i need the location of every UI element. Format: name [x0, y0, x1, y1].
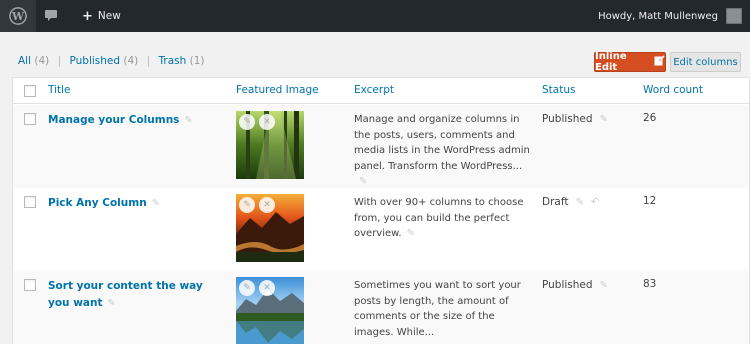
filter-trash-label: Trash	[158, 55, 187, 67]
word-count-cell: 26	[643, 112, 657, 124]
column-header-word-count[interactable]: Word count	[643, 84, 703, 96]
separator: |	[57, 55, 62, 67]
table-row: Manage your Columns ✎ ✎ ✕ Manage and organ…	[13, 105, 749, 188]
status-text: Published	[542, 113, 593, 125]
row-checkbox[interactable]	[24, 113, 36, 125]
post-title-cell: Pick Any Column ✎	[48, 195, 213, 212]
filter-all-count: (4)	[34, 55, 50, 67]
excerpt-cell: With over 90+ columns to choose from, yo…	[354, 195, 534, 242]
filter-published-link[interactable]: Published (4)	[69, 55, 138, 67]
pencil-icon[interactable]: ✎	[184, 112, 192, 129]
word-count-cell: 83	[643, 278, 657, 290]
inline-edit-button[interactable]: Inline Edit	[594, 51, 666, 73]
word-count-cell: 12	[643, 195, 657, 207]
avatar	[726, 8, 742, 24]
select-all-checkbox[interactable]	[24, 85, 36, 97]
excerpt-text: Sometimes you want to sort your posts by…	[354, 280, 521, 338]
remove-image-icon[interactable]: ✕	[259, 280, 275, 296]
edit-image-icon[interactable]: ✎	[239, 197, 255, 213]
edit-image-icon[interactable]: ✎	[239, 280, 255, 296]
remove-image-icon[interactable]: ✕	[259, 114, 275, 130]
pencil-icon[interactable]: ✎	[152, 195, 160, 212]
edit-columns-button[interactable]: Edit columns	[670, 52, 741, 72]
status-cell: Draft ✎ ↶	[542, 196, 600, 208]
status-filter-links: All (4) | Published (4) | Trash (1)	[18, 55, 204, 67]
plus-icon: +	[82, 8, 93, 24]
column-header-featured-image[interactable]: Featured Image	[236, 84, 319, 96]
post-title-cell: Sort your content the way you want ✎	[48, 278, 213, 312]
post-title-link[interactable]: Sort your content the way you want	[48, 280, 203, 309]
edit-note-icon	[654, 55, 665, 69]
remove-image-icon[interactable]: ✕	[259, 197, 275, 213]
excerpt-text: With over 90+ columns to choose from, yo…	[354, 197, 524, 239]
admin-bar: W + New Howdy, Matt Mullenweg	[0, 0, 750, 32]
post-title-link[interactable]: Manage your Columns	[48, 114, 179, 126]
table-row: Pick Any Column ✎ ✎ ✕ With over 90+ column…	[13, 188, 749, 271]
filter-published-label: Published	[69, 55, 121, 67]
filter-all-label: All	[18, 55, 32, 67]
pencil-icon[interactable]: ✎	[107, 295, 115, 312]
row-checkbox[interactable]	[24, 196, 36, 208]
wordpress-logo-icon[interactable]: W	[0, 0, 36, 32]
comment-bubble-icon[interactable]	[44, 9, 58, 25]
row-checkbox[interactable]	[24, 279, 36, 291]
featured-image[interactable]: ✎ ✕	[236, 111, 304, 179]
excerpt-cell: Sometimes you want to sort your posts by…	[354, 278, 534, 340]
filter-published-count: (4)	[123, 55, 139, 67]
status-cell: Published ✎	[542, 279, 608, 291]
posts-table: Title Featured Image Excerpt Status Word…	[12, 77, 750, 344]
pencil-icon[interactable]: ✎	[600, 280, 608, 291]
excerpt-text: Manage and organize columns in the posts…	[354, 114, 530, 172]
filter-trash-link[interactable]: Trash (1)	[159, 55, 205, 67]
new-content-menu[interactable]: + New	[82, 0, 121, 32]
post-title-link[interactable]: Pick Any Column	[48, 197, 147, 209]
filter-all-link[interactable]: All (4)	[18, 55, 49, 67]
column-header-status[interactable]: Status	[542, 84, 575, 96]
pencil-icon[interactable]: ✎	[575, 197, 583, 208]
featured-image[interactable]: ✎ ✕	[236, 194, 304, 262]
table-row: Sort your content the way you want ✎ ✎ ✕ S…	[13, 271, 749, 344]
howdy-text: Howdy, Matt Mullenweg	[598, 10, 718, 22]
status-text: Draft	[542, 196, 569, 208]
filter-trash-count: (1)	[189, 55, 205, 67]
svg-text:W: W	[11, 10, 25, 23]
inline-edit-label: Inline Edit	[595, 51, 627, 73]
edit-image-icon[interactable]: ✎	[239, 114, 255, 130]
pencil-icon[interactable]: ✎	[407, 226, 415, 242]
column-header-excerpt[interactable]: Excerpt	[354, 84, 394, 96]
undo-icon[interactable]: ↶	[591, 196, 600, 208]
status-text: Published	[542, 279, 593, 291]
user-account-menu[interactable]: Howdy, Matt Mullenweg	[598, 0, 750, 32]
featured-image[interactable]: ✎ ✕	[236, 277, 304, 344]
separator: |	[146, 55, 151, 67]
post-title-cell: Manage your Columns ✎	[48, 112, 213, 129]
column-header-title[interactable]: Title	[48, 84, 71, 96]
table-header: Title Featured Image Excerpt Status Word…	[13, 78, 749, 104]
excerpt-cell: Manage and organize columns in the posts…	[354, 112, 534, 190]
status-cell: Published ✎	[542, 113, 608, 125]
pencil-icon[interactable]: ✎	[600, 114, 608, 125]
new-label: New	[97, 10, 121, 22]
